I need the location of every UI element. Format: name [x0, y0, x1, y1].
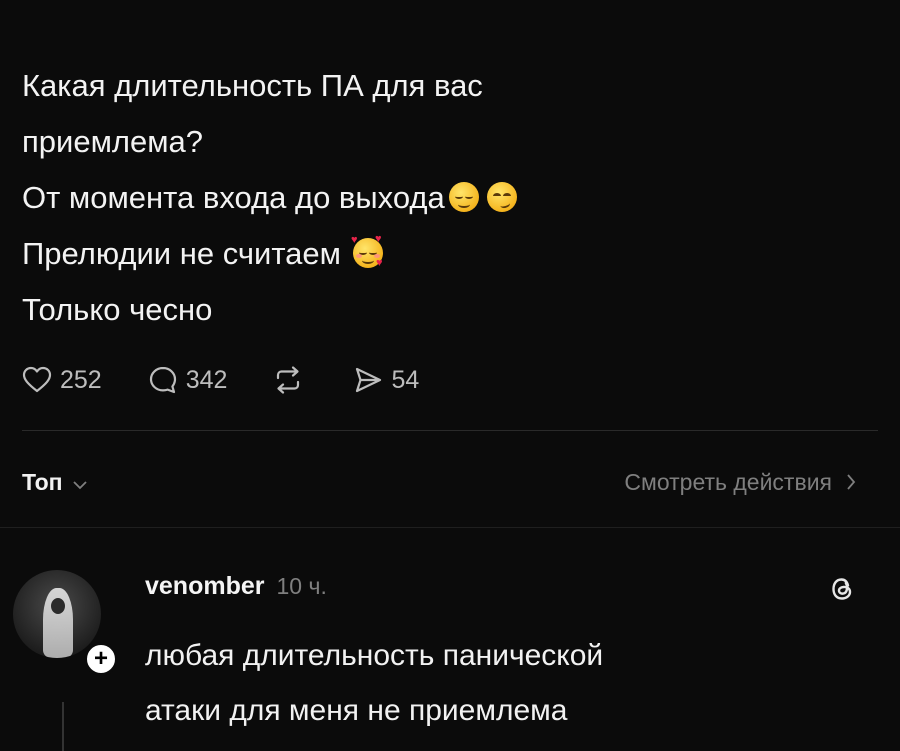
share-count: 54	[391, 365, 420, 394]
username[interactable]: venomber	[145, 572, 264, 601]
post-line-with-emojis: От момента входа до выхода	[22, 170, 882, 226]
threads-logo-icon[interactable]	[828, 574, 856, 609]
view-activity-link[interactable]: Смотреть действия	[624, 469, 856, 496]
divider	[0, 527, 900, 528]
like-button[interactable]: 252	[22, 366, 102, 395]
send-icon	[353, 365, 383, 395]
divider	[22, 430, 878, 431]
chevron-right-icon	[846, 469, 856, 496]
post-text: Какая длительность ПА для вас приемлема?…	[22, 58, 882, 338]
reply-text: любая длительность панической атаки для …	[145, 628, 603, 738]
repost-button[interactable]	[273, 365, 303, 395]
reply: + venomber 10 ч. любая длительность пани…	[0, 570, 900, 751]
like-count: 252	[60, 365, 102, 394]
post-line-with-emoji: Прелюдии не считаем ♥ ♥ ♥	[22, 226, 882, 282]
smiling-face-with-hearts-icon: ♥ ♥ ♥	[350, 233, 383, 269]
post-line: приемлема?	[22, 124, 204, 159]
share-button[interactable]: 54	[353, 365, 419, 395]
reply-header: venomber 10 ч.	[145, 572, 327, 601]
post-line: Только чесно	[22, 292, 213, 327]
reply-line: атаки для меня не приемлема	[145, 694, 568, 727]
sort-label: Топ	[22, 468, 63, 495]
relieved-face-icon	[448, 182, 479, 212]
post-line: От момента входа до выхода	[22, 180, 445, 215]
reply-line: любая длительность панической	[145, 639, 604, 672]
view-activity-label: Смотреть действия	[624, 468, 832, 495]
replies-toolbar: Топ Смотреть действия	[22, 462, 856, 502]
timestamp: 10 ч.	[276, 573, 327, 599]
comment-button[interactable]: 342	[148, 365, 228, 395]
comment-icon	[148, 365, 178, 395]
sort-dropdown[interactable]: Топ	[22, 469, 87, 496]
heart-icon	[22, 366, 52, 394]
post-line: Прелюдии не считаем	[22, 236, 341, 271]
chevron-down-icon	[72, 469, 87, 496]
avatar[interactable]	[13, 570, 101, 658]
thread-line	[62, 702, 64, 751]
post-line: Какая длительность ПА для вас	[22, 68, 483, 103]
smirking-face-icon	[486, 182, 517, 212]
comment-count: 342	[185, 365, 228, 394]
follow-plus-icon[interactable]: +	[84, 642, 118, 676]
post-actions: 252 342 54	[22, 360, 465, 400]
repost-icon	[273, 365, 303, 395]
